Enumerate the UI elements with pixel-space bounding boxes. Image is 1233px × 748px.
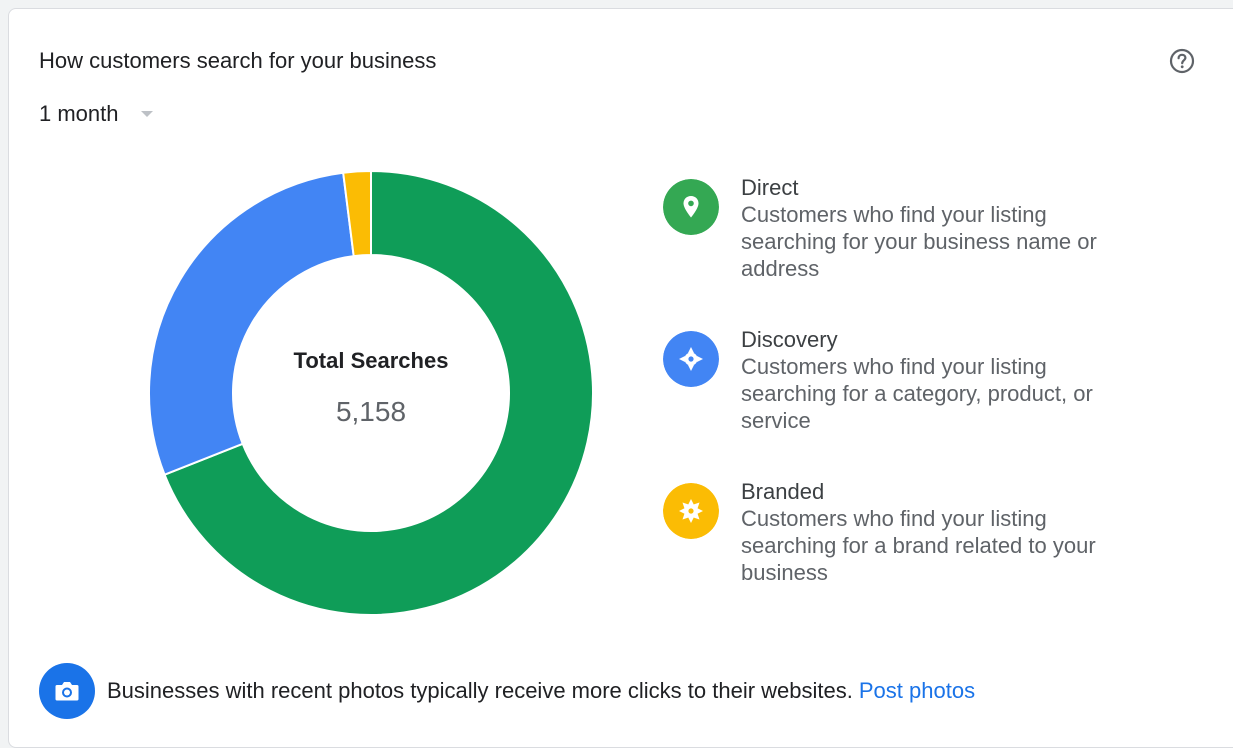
legend-desc-line: Customers who find your listing <box>741 354 1047 379</box>
camera-icon <box>39 663 95 719</box>
compass-icon <box>663 331 719 387</box>
legend-desc-line: business <box>741 560 828 585</box>
card-title: How customers search for your business <box>39 48 437 73</box>
legend-desc-direct: Customers who find your listing searchin… <box>741 201 1171 282</box>
donut-slice-discovery[interactable] <box>148 171 355 477</box>
legend-desc-line: address <box>741 256 820 281</box>
legend-desc-discovery: Customers who find your listing searchin… <box>741 353 1171 434</box>
photos-tip-text: Businesses with recent photos typically … <box>107 678 853 703</box>
legend-desc-line: Customers who find your listing <box>741 506 1047 531</box>
badge-icon <box>663 483 719 539</box>
location-pin-icon <box>663 179 719 235</box>
legend-desc-line: searching for a category, product, or <box>741 381 1093 406</box>
legend-desc-line: searching for a brand related to your <box>741 533 1096 558</box>
period-dropdown[interactable]: 1 month <box>39 100 153 128</box>
help-icon[interactable] <box>1168 47 1196 75</box>
total-searches-label: Total Searches <box>293 348 449 373</box>
legend-desc-line: Customers who find your listing <box>741 202 1047 227</box>
photos-tip: Businesses with recent photos typically … <box>39 663 975 719</box>
search-insights-card: How customers search for your business 1… <box>8 8 1233 748</box>
searches-donut-chart <box>148 169 594 616</box>
legend-desc-branded: Customers who find your listing searchin… <box>741 505 1171 586</box>
legend-desc-line: searching for your business name or <box>741 229 1097 254</box>
total-searches-value: 5,158 <box>335 396 407 427</box>
period-label: 1 month <box>39 101 119 126</box>
legend-name-discovery: Discovery <box>741 327 838 352</box>
post-photos-link[interactable]: Post photos <box>859 677 975 705</box>
legend-name-direct: Direct <box>741 175 799 200</box>
caret-down-icon <box>140 111 153 117</box>
legend-name-branded: Branded <box>741 479 825 504</box>
legend-desc-line: service <box>741 408 811 433</box>
